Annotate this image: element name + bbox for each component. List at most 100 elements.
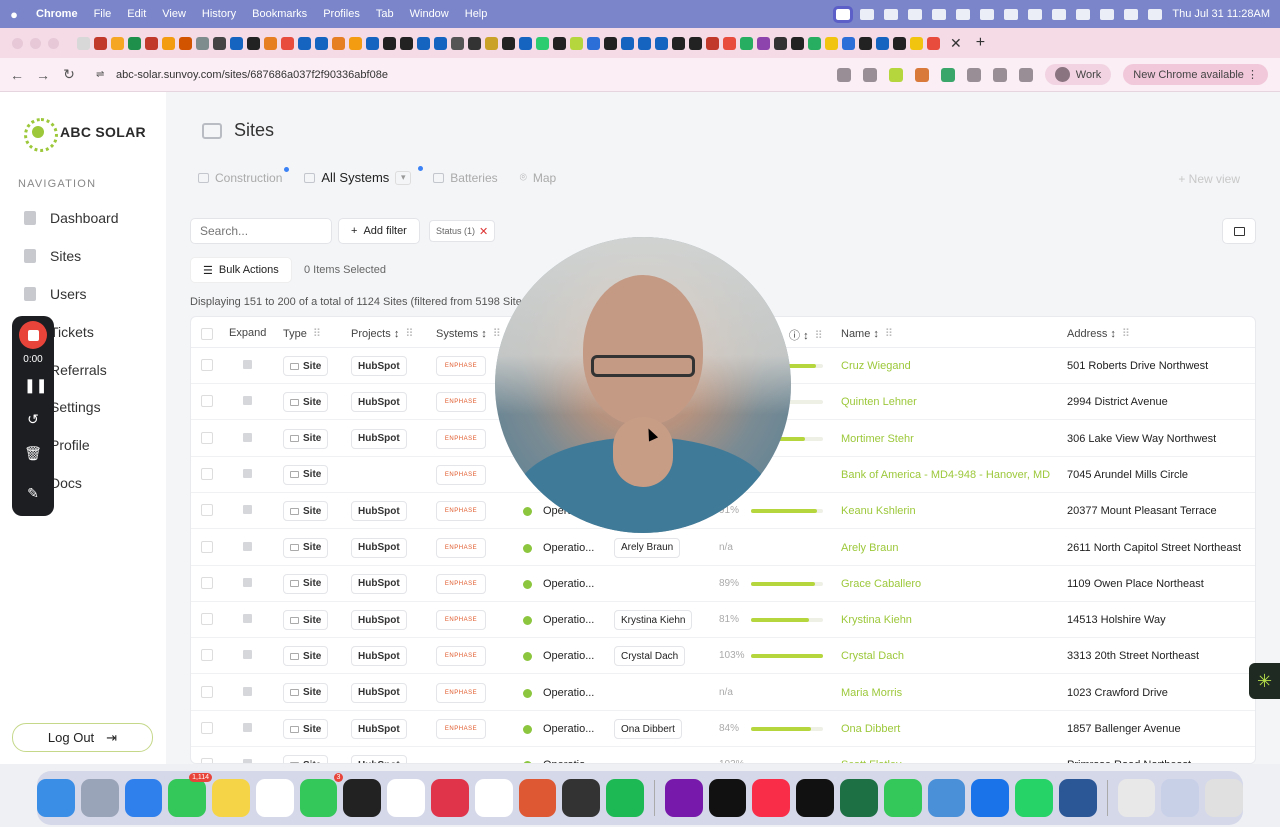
tab-favicon-icon[interactable] [689,36,702,50]
search-icon[interactable] [1100,8,1115,20]
url-field[interactable]: abc-solar.sunvoy.com/sites/687686a037f2f… [116,69,388,81]
tab-favicon-icon[interactable] [94,36,107,50]
site-name-link[interactable]: Cruz Wiegand [841,360,911,372]
system-chip[interactable]: ENPHASE [436,428,486,449]
menu-edit[interactable]: Edit [119,8,154,20]
tab-favicon-icon[interactable] [723,36,736,50]
site-name-link[interactable]: Scott Flatley [841,759,902,763]
project-chip[interactable]: HubSpot [351,719,407,739]
project-chip[interactable]: HubSpot [351,755,407,763]
sidebar-item-dashboard[interactable]: Dashboard [24,210,119,226]
bluetooth-icon[interactable] [980,8,995,20]
dock-apple-tv-icon[interactable] [708,779,747,817]
more-menu-icon[interactable]: ⋮ [1247,69,1258,81]
system-chip[interactable]: ENPHASE [436,537,486,558]
tab-favicon-icon[interactable] [910,36,923,50]
dock-excel-icon[interactable] [840,779,878,817]
col-production[interactable]: ⓘ ↕ ⠿ [789,327,823,343]
system-chip[interactable]: ENPHASE [436,719,486,739]
table-row[interactable]: Site HubSpot ENPHASE Operatio... Ona Dibbert… [191,711,1255,747]
row-checkbox[interactable] [201,649,213,662]
col-systems[interactable]: Systems ↕⠿ [436,327,501,340]
expand-row-icon[interactable] [243,541,252,551]
tab-favicon-icon[interactable] [502,36,515,50]
sort-icon[interactable]: ↕ [1110,328,1116,340]
sidebar-item-users[interactable]: Users [24,286,87,302]
dock-slack-icon[interactable] [387,779,425,817]
profile-button[interactable]: Work [1044,64,1112,85]
restart-icon[interactable]: ↺ [24,410,42,428]
project-chip[interactable]: HubSpot [351,537,407,558]
stop-recording-button[interactable] [19,321,47,349]
system-chip[interactable]: ENPHASE [436,392,486,413]
floating-assistant-icon[interactable]: ✳ [1249,663,1280,699]
zoom-window-icon[interactable] [48,37,59,49]
expand-row-icon[interactable] [243,759,252,763]
tab-favicon-icon[interactable] [927,36,940,50]
table-row[interactable]: Site HubSpot ENPHASE Operatio... Arely Braun… [191,530,1255,566]
status-icon[interactable] [884,8,899,20]
expand-row-icon[interactable] [243,686,252,696]
battery-icon[interactable] [1052,8,1067,20]
tab-favicon-icon[interactable] [706,36,719,50]
side-panel-icon[interactable] [1018,67,1033,82]
tab-all-systems[interactable]: All Systems ▾ [304,166,424,185]
row-checkbox[interactable] [201,685,213,698]
col-projects[interactable]: Projects ↕ ⠿ [351,327,413,340]
wifi-icon[interactable] [1076,8,1091,20]
expand-row-icon[interactable] [243,577,252,587]
remove-filter-icon[interactable]: ✕ [479,225,488,238]
site-name-link[interactable]: Ona Dibbert [841,723,900,735]
tab-favicon-icon[interactable] [536,36,549,50]
site-info-icon[interactable]: ⇌ [96,69,104,80]
sort-icon[interactable]: ↕ [803,330,809,342]
site-name-link[interactable]: Quinten Lehner [841,396,917,408]
status-filter-chip[interactable]: Status (1) ✕ [429,220,496,242]
tab-favicon-icon[interactable] [281,36,294,50]
dock-keynote-icon[interactable] [971,779,1010,817]
chrome-update-button[interactable]: New Chrome available ⋮ [1123,64,1268,85]
system-chip[interactable]: ENPHASE [436,646,486,667]
tab-favicon-icon[interactable] [434,36,447,50]
status-icon[interactable] [956,8,971,20]
drag-handle-icon[interactable]: ⠿ [815,330,823,342]
site-name-link[interactable]: Crystal Dach [841,650,904,662]
tab-favicon-icon[interactable] [298,36,311,50]
tab-favicon-icon[interactable] [808,36,821,50]
tab-favicon-icon[interactable] [315,36,328,50]
tab-favicon-icon[interactable] [791,36,804,50]
extension-icon[interactable] [888,67,903,82]
new-tab-icon[interactable]: + [976,34,985,52]
dock-onenote-icon[interactable] [664,779,703,817]
dock-whatsapp-icon[interactable] [1015,779,1053,817]
dock-duckduckgo-icon[interactable] [518,779,557,817]
table-row[interactable]: Site HubSpot ENPHASE Operatio... Krystina Ki… [191,602,1255,639]
tab-favicon-icon[interactable] [587,36,600,50]
sort-icon[interactable]: ↕ [481,328,487,340]
chevron-down-icon[interactable]: ▾ [395,170,412,185]
screen-share-icon[interactable] [833,5,854,23]
siri-icon[interactable] [1148,8,1163,20]
sort-icon[interactable]: ↕ [394,328,400,340]
system-chip[interactable]: ENPHASE [436,573,486,594]
col-type[interactable]: Type ⠿ [283,327,321,340]
dock-facetime-icon[interactable]: 3 [299,773,344,817]
expand-row-icon[interactable] [243,432,252,442]
site-name-link[interactable]: Grace Caballero [841,578,921,590]
minimize-window-icon[interactable] [30,37,41,49]
row-checkbox[interactable] [201,758,213,763]
system-chip[interactable]: ENPHASE [436,356,486,376]
menu-tab[interactable]: Tab [368,8,402,20]
brand-logo[interactable]: ABC SOLAR [24,118,146,152]
drag-handle-icon[interactable]: ⠿ [1122,328,1130,340]
expand-row-icon[interactable] [243,360,252,369]
tab-favicon-icon[interactable] [774,36,787,50]
dock-app-icon[interactable] [430,779,469,817]
col-address[interactable]: Address ↕ ⠿ [1067,327,1130,340]
tab-favicon-icon[interactable] [77,36,90,50]
site-name-link[interactable]: Mortimer Stehr [841,433,914,445]
table-row[interactable]: Site HubSpot Operatio... 103% Scott Flatley P… [191,747,1255,763]
menu-history[interactable]: History [194,8,244,20]
extension-icon[interactable] [966,67,981,82]
table-row[interactable]: Site HubSpot ENPHASE Operatio... 89% Grace Ca… [191,566,1255,602]
